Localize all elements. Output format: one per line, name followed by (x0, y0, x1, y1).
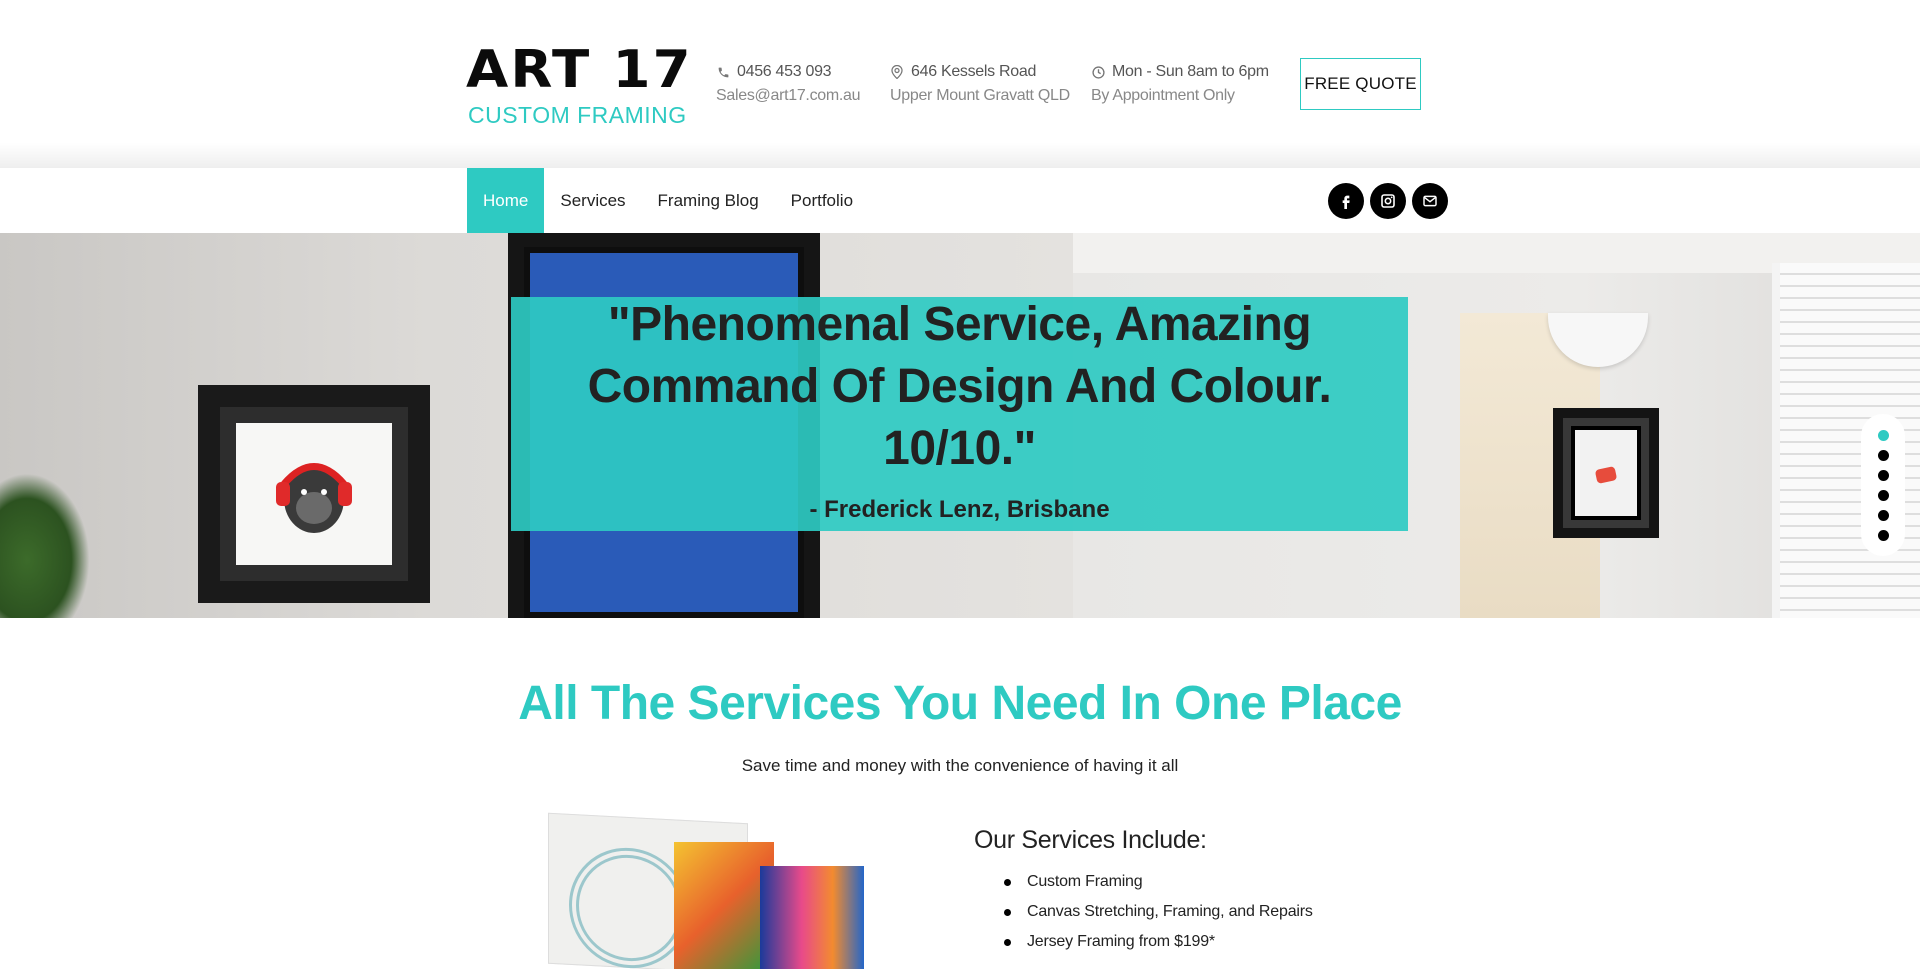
mail-icon[interactable] (1412, 183, 1448, 219)
slide-dot-5[interactable] (1877, 509, 1889, 521)
slide-dot-3[interactable] (1877, 469, 1889, 481)
email-link[interactable]: Sales@art17.com.au (716, 84, 861, 108)
services-list-title: Our Services Include: (974, 826, 1207, 854)
gorilla-illustration (276, 463, 352, 533)
instagram-icon[interactable] (1370, 183, 1406, 219)
location-pin-icon (890, 65, 904, 79)
slider-pagination (1861, 414, 1905, 556)
slide-dot-6[interactable] (1877, 529, 1889, 541)
slide-dot-4[interactable] (1877, 489, 1889, 501)
plant (0, 473, 90, 618)
contact-info: 0456 453 093 Sales@art17.com.au (716, 60, 861, 108)
framed-small-artwork (1553, 408, 1659, 538)
address-line2: Upper Mount Gravatt QLD (890, 87, 1070, 104)
facebook-icon[interactable] (1328, 183, 1364, 219)
free-quote-button[interactable]: FREE QUOTE (1300, 58, 1421, 110)
testimonial-author: - Frederick Lenz, Brisbane (809, 496, 1110, 523)
testimonial-box: "Phenomenal Service, Amazing Command Of … (511, 297, 1408, 531)
logo[interactable]: ART 17 CUSTOM FRAMING (466, 44, 691, 129)
testimonial-quote: "Phenomenal Service, Amazing Command Of … (587, 298, 1332, 475)
nav-item-framing-blog[interactable]: Framing Blog (642, 168, 775, 233)
services-list: Custom Framing Canvas Stretching, Framin… (1004, 867, 1313, 957)
address-line1: 646 Kessels Road (911, 63, 1037, 80)
logo-title: ART 17 (466, 40, 693, 100)
services-list-section: Our Services Include: Custom Framing Can… (974, 826, 1313, 957)
main-nav: Home Services Framing Blog Portfolio (0, 168, 1920, 233)
list-item: Canvas Stretching, Framing, and Repairs (1004, 897, 1313, 927)
nav-item-portfolio[interactable]: Portfolio (775, 168, 869, 233)
social-links (1328, 183, 1448, 219)
address-info: 646 Kessels Road Upper Mount Gravatt QLD (890, 60, 1070, 108)
canvas-samples-image (544, 812, 874, 969)
slide-dot-1[interactable] (1877, 429, 1889, 441)
phone-number[interactable]: 0456 453 093 (737, 60, 832, 84)
hours-info: Mon - Sun 8am to 6pm By Appointment Only (1091, 60, 1269, 108)
slide-dot-2[interactable] (1877, 449, 1889, 461)
logo-subtitle: CUSTOM FRAMING (468, 102, 687, 128)
framed-gorilla-artwork (198, 385, 430, 603)
services-heading: All The Services You Need In One Place (518, 677, 1402, 730)
hours-line1: Mon - Sun 8am to 6pm (1112, 63, 1269, 80)
list-item: Jersey Framing from $199* (1004, 927, 1313, 957)
services-subheading: Save time and money with the convenience… (741, 756, 1179, 775)
phone-icon (716, 65, 730, 79)
nav-item-home[interactable]: Home (467, 168, 545, 233)
clock-icon (1091, 65, 1105, 79)
nav-item-services[interactable]: Services (544, 168, 641, 233)
hours-line2: By Appointment Only (1091, 87, 1235, 104)
site-header: ART 17 CUSTOM FRAMING 0456 453 093 Sales… (0, 0, 1920, 168)
list-item: Custom Framing (1004, 867, 1313, 897)
nav-menu: Home Services Framing Blog Portfolio (467, 168, 869, 233)
